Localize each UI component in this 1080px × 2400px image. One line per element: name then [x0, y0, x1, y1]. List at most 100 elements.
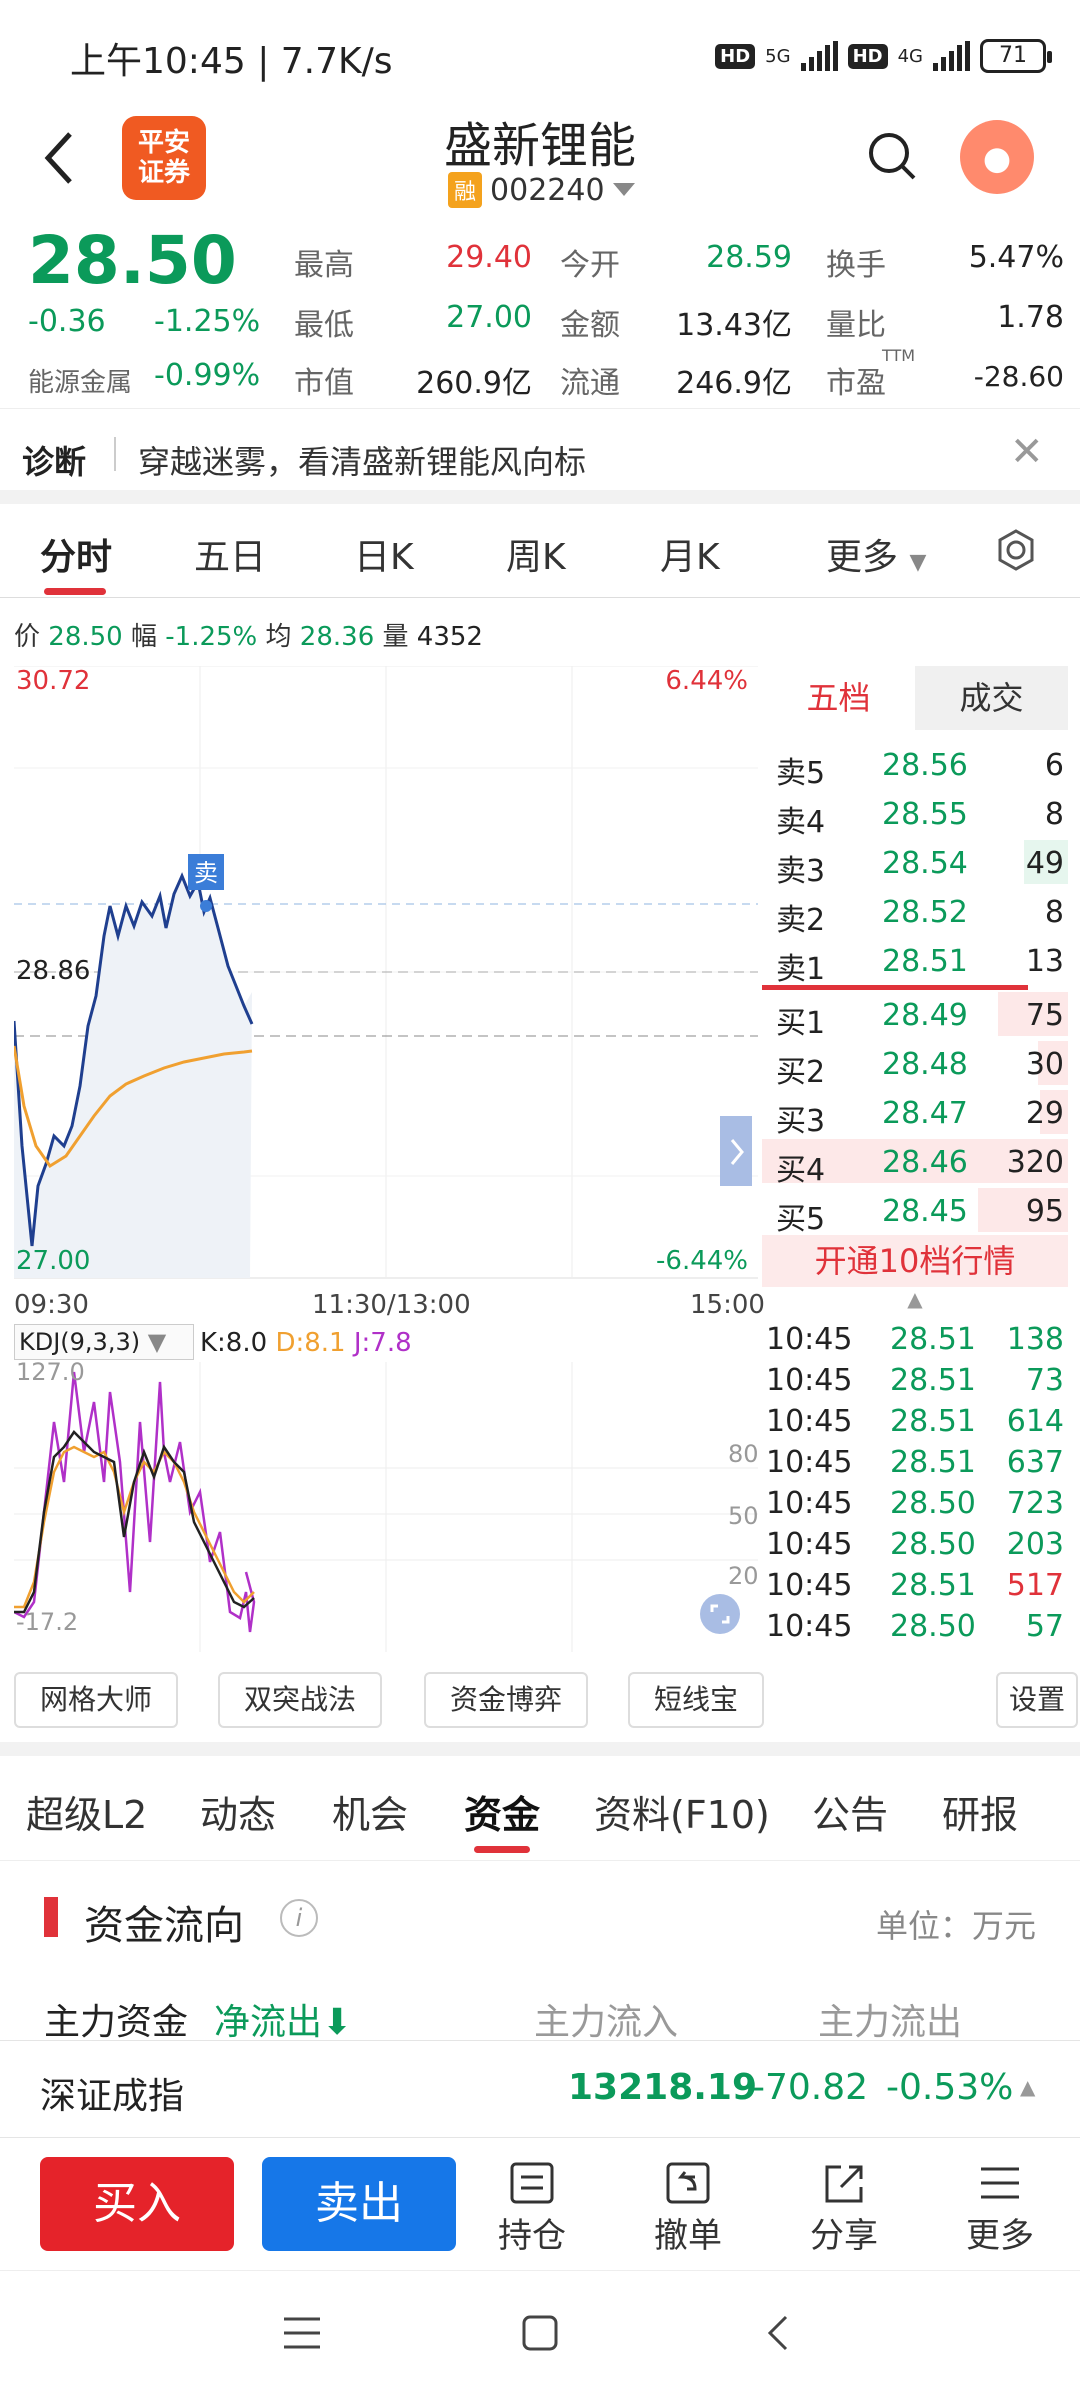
ask-label: 卖1	[776, 952, 826, 987]
ask-label: 卖4	[776, 805, 826, 840]
price-change-pct: -1.25%	[154, 304, 261, 339]
diagnosis-banner[interactable]: 诊断 穿越迷雾，看清盛新锂能风向标 ✕	[0, 408, 1080, 488]
pct-value: -1.25%	[165, 622, 258, 652]
info-icon[interactable]: i	[280, 1899, 318, 1937]
time-mid-label: 11:30/13:00	[312, 1290, 471, 1320]
kdj-j: J:7.8	[353, 1328, 412, 1358]
y-min-pct-label: -6.44%	[656, 1246, 748, 1276]
turnover-value: 5.47%	[968, 240, 1064, 275]
short-term-button[interactable]: 短线宝	[628, 1672, 764, 1728]
recent-apps-icon[interactable]	[282, 2315, 322, 2355]
index-ticker[interactable]: 深证成指 13218.19 -70.82 -0.53% ▲	[0, 2040, 1080, 2138]
kdj-indicator-select[interactable]: KDJ(9,3,3) ▼	[14, 1324, 194, 1360]
kdj-50-label: 50	[728, 1502, 759, 1530]
ask-vol: 8	[1044, 797, 1064, 832]
tab-five-levels[interactable]: 五档	[762, 666, 915, 730]
tick-time: 10:45	[766, 1404, 853, 1439]
bid-vol: 95	[1025, 1194, 1064, 1229]
share-button[interactable]: 分享	[784, 2158, 904, 2257]
intraday-chart[interactable]: 卖 30.72 6.44% 28.86 27.00 -6.44%	[14, 666, 758, 1280]
kdj-20-label: 20	[728, 1562, 759, 1590]
double-breakout-button[interactable]: 双突战法	[218, 1672, 382, 1728]
tab-announcements[interactable]: 公告	[812, 1784, 888, 1839]
pe-value: -28.60	[973, 360, 1064, 393]
share-label: 分享	[810, 2216, 878, 2256]
list-item: 10:45 28.51 614	[762, 1402, 1068, 1443]
arrow-down-icon: ⬇	[322, 2002, 353, 2043]
vol-label: 量	[382, 622, 409, 652]
index-pct: -0.53%	[886, 2067, 1014, 2108]
open-10-level-button[interactable]: 开通10档行情	[762, 1235, 1068, 1287]
tab-weekly-k[interactable]: 周K	[506, 528, 566, 580]
chevron-up-icon[interactable]: ▲	[762, 1287, 1068, 1311]
avatar[interactable]	[960, 120, 1034, 194]
tab-research[interactable]: 研报	[942, 1784, 1018, 1839]
ask-vol: 8	[1044, 895, 1064, 930]
float-value: 246.9亿	[676, 366, 792, 401]
tab-monthly-k[interactable]: 月K	[660, 528, 720, 580]
back-nav-icon[interactable]	[764, 2313, 790, 2357]
tick-time: 10:45	[766, 1322, 853, 1357]
tick-vol: 203	[1006, 1527, 1064, 1562]
list-item: 10:45 28.50 57	[762, 1607, 1068, 1648]
list-item: 10:45 28.51 517	[762, 1566, 1068, 1607]
share-icon	[825, 2165, 863, 2203]
list-item: 10:45 28.51 73	[762, 1361, 1068, 1402]
list-item: 10:45 28.50 203	[762, 1525, 1068, 1566]
price-change: -0.36	[28, 304, 106, 339]
search-icon[interactable]	[866, 130, 918, 186]
ask-label: 卖5	[776, 756, 826, 791]
ask-label: 卖3	[776, 854, 826, 889]
sell-button[interactable]: 卖出	[262, 2157, 456, 2251]
tab-news[interactable]: 动态	[200, 1784, 276, 1839]
price-label: 价	[14, 622, 41, 652]
tab-f10[interactable]: 资料(F10)	[594, 1784, 770, 1839]
settings-button[interactable]: 设置	[996, 1672, 1078, 1728]
tab-5day[interactable]: 五日	[194, 528, 266, 580]
close-icon[interactable]: ✕	[1010, 429, 1044, 475]
tab-funds[interactable]: 资金	[464, 1784, 540, 1839]
bid-row: 买5 28.45 95	[762, 1186, 1068, 1237]
hd-icon: HD	[715, 43, 756, 69]
chart-period-tabs: 分时 五日 日K 周K 月K 更多 ▼	[0, 508, 1080, 598]
stock-code-row[interactable]: 融 002240	[448, 172, 635, 208]
tab-trades[interactable]: 成交	[915, 666, 1068, 730]
gear-icon[interactable]	[994, 528, 1038, 576]
buy-button[interactable]: 买入	[40, 2157, 234, 2251]
pe-label: 市盈	[826, 366, 886, 401]
y-mid-label: 28.86	[16, 956, 91, 986]
chevron-down-icon	[612, 183, 635, 196]
kdj-bottom-label: -17.2	[16, 1608, 79, 1636]
list-item: 10:45 28.51 637	[762, 1443, 1068, 1484]
tab-opportunity[interactable]: 机会	[332, 1784, 408, 1839]
index-name: 深证成指	[40, 2076, 185, 2117]
kdj-d: D:8.1	[275, 1328, 346, 1358]
float-label: 流通	[560, 366, 620, 401]
tab-intraday[interactable]: 分时	[40, 528, 112, 580]
undo-icon	[666, 2162, 710, 2204]
tab-daily-k[interactable]: 日K	[354, 528, 414, 580]
hd-icon: HD	[847, 43, 888, 69]
signal-icon	[933, 41, 970, 71]
tab-level2[interactable]: 超级L2	[26, 1784, 147, 1839]
active-tab-indicator	[44, 588, 106, 595]
kdj-chart[interactable]: 127.0 -17.2 80 50 20	[14, 1358, 759, 1652]
fund-game-button[interactable]: 资金博弈	[424, 1672, 588, 1728]
sector-name[interactable]: 能源金属	[28, 362, 132, 399]
list-item: 10:45 28.50 723	[762, 1484, 1068, 1525]
kdj-label: KDJ(9,3,3)	[19, 1328, 141, 1356]
tick-vol: 57	[1025, 1609, 1064, 1644]
tab-more[interactable]: 更多 ▼	[826, 528, 926, 580]
cancel-order-button[interactable]: 撤单	[628, 2158, 748, 2257]
ask-label: 卖2	[776, 903, 826, 938]
bid-vol: 29	[1025, 1096, 1064, 1131]
tick-price: 28.50	[890, 1486, 976, 1521]
tick-time: 10:45	[766, 1527, 853, 1562]
home-icon[interactable]	[520, 2313, 560, 2357]
bid-row: 买2 28.48 30	[762, 1039, 1068, 1090]
cancel-order-label: 撤单	[654, 2216, 722, 2256]
grid-master-button[interactable]: 网格大师	[14, 1672, 178, 1728]
ask-row: 卖1 28.51 13	[762, 936, 1068, 987]
more-button[interactable]: 更多	[940, 2158, 1060, 2257]
holdings-button[interactable]: 持仓	[472, 2158, 592, 2257]
